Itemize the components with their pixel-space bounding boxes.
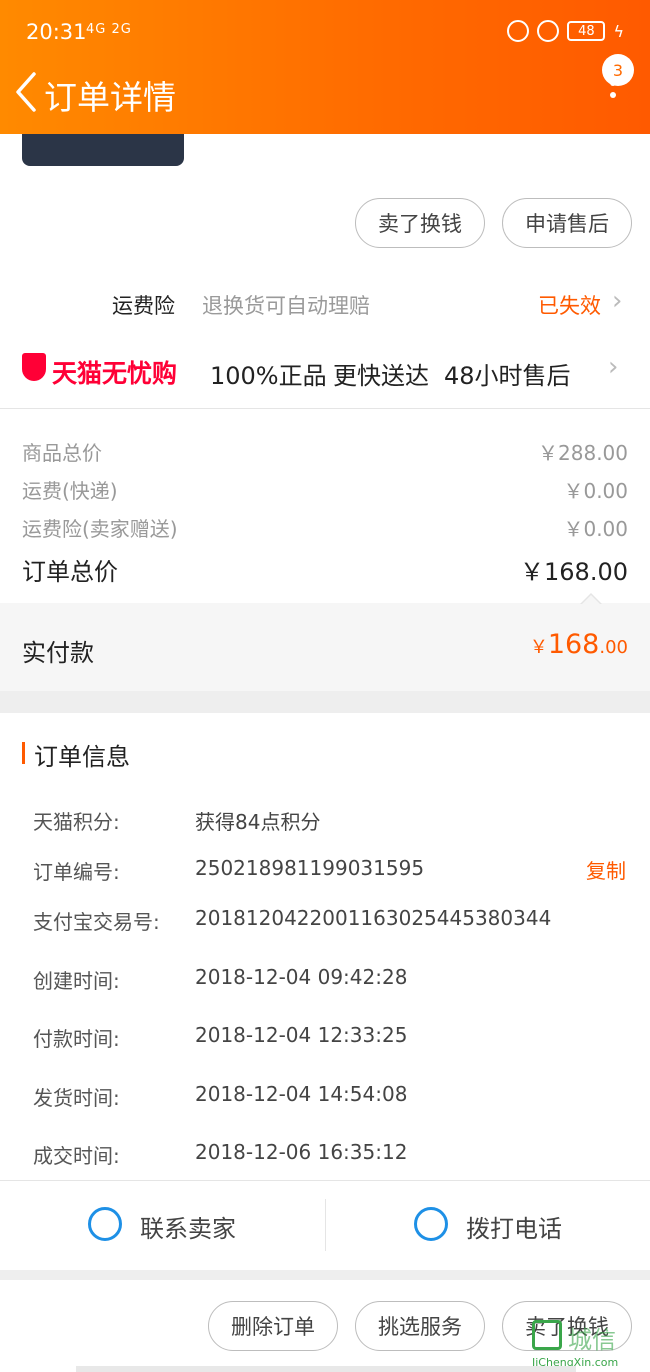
copy-order-number-button[interactable]: 复制	[586, 855, 626, 884]
tmall-feature: 更快送达	[333, 362, 429, 390]
select-service-button[interactable]: 挑选服务	[355, 1301, 485, 1351]
info-label: 发货时间:	[33, 1086, 120, 1110]
insurance-label: 运费险	[112, 294, 175, 318]
signal-indicator: 4G 2G	[86, 22, 132, 37]
info-value: 250218981199031595	[195, 856, 425, 880]
divider	[0, 408, 650, 409]
pointer-caret-inner	[581, 595, 601, 605]
info-value: 获得84点积分	[195, 810, 321, 834]
status-bar: 20:31 4G 2G 48 ϟ	[0, 0, 650, 68]
status-icons: 48 ϟ	[507, 20, 624, 42]
watermark-logo-icon	[532, 1320, 562, 1350]
info-value: 2018-12-04 12:33:25	[195, 1023, 408, 1047]
price-row: 商品总价 ￥288.00	[22, 437, 628, 466]
paid-decimal: .00	[599, 637, 628, 658]
tmall-brand: 天猫无忧购	[52, 359, 178, 388]
app-header: 20:31 4G 2G 48 ϟ 订单详情 3	[0, 0, 650, 134]
notification-badge[interactable]: 3	[602, 54, 634, 86]
paid-amount-box: 实付款 ￥168.00	[0, 603, 650, 691]
divider	[325, 1199, 326, 1251]
sell-button[interactable]: 卖了换钱	[355, 198, 485, 248]
lock-icon	[507, 20, 530, 42]
paid-value: ￥168.00	[530, 629, 628, 660]
chevron-right-icon: ›	[612, 286, 623, 316]
info-value: 2018-12-04 14:54:08	[195, 1082, 408, 1106]
info-label: 支付宝交易号:	[33, 910, 160, 934]
info-label: 成交时间:	[33, 1144, 120, 1168]
info-value: 2018-12-04 09:42:28	[195, 965, 408, 989]
section-gap	[0, 1270, 650, 1280]
tmall-feature: 48小时售后	[444, 362, 571, 390]
phone-icon	[414, 1207, 448, 1241]
paid-currency: ￥	[529, 637, 548, 658]
price-value: ￥288.00	[538, 441, 628, 465]
info-value: 2018120422001163025445380344	[195, 906, 552, 930]
apply-aftersale-button[interactable]: 申请售后	[502, 198, 632, 248]
price-label: 运费(快递)	[22, 479, 118, 503]
price-value: ￥0.00	[563, 479, 628, 503]
order-total-label: 订单总价	[22, 558, 118, 586]
insurance-status: 已失效	[538, 294, 601, 318]
price-label: 商品总价	[22, 441, 102, 465]
alarm-icon	[537, 20, 560, 42]
section-gap	[0, 691, 650, 713]
info-label: 订单编号:	[33, 860, 120, 884]
price-row: 运费(快递) ￥0.00	[22, 475, 628, 504]
contact-bar: 联系卖家 拨打电话	[0, 1180, 650, 1270]
info-value: 2018-12-06 16:35:12	[195, 1140, 408, 1164]
paid-integer: 168	[547, 629, 600, 660]
call-phone-label: 拨打电话	[466, 1215, 562, 1243]
more-dot-icon	[610, 92, 616, 98]
order-total-row: 订单总价 ￥168.00	[22, 552, 628, 587]
chevron-left-icon	[16, 72, 36, 112]
section-marker	[22, 742, 25, 764]
info-label: 付款时间:	[33, 1027, 120, 1051]
battery-icon: 48	[567, 21, 606, 41]
chat-icon	[88, 1207, 122, 1241]
order-total-value: ￥168.00	[520, 558, 628, 586]
price-value: ￥0.00	[563, 517, 628, 541]
tmall-feature: 100%正品	[210, 362, 327, 390]
info-label: 天猫积分:	[33, 810, 120, 834]
info-label: 创建时间:	[33, 969, 120, 993]
price-row: 运费险(卖家赠送) ￥0.00	[22, 513, 628, 542]
delete-order-button[interactable]: 删除订单	[208, 1301, 338, 1351]
back-button[interactable]	[10, 68, 40, 116]
order-info-title: 订单信息	[34, 743, 130, 771]
status-time: 20:31	[26, 20, 87, 44]
chevron-right-icon: ›	[608, 352, 619, 382]
tmall-shield-icon	[22, 353, 46, 381]
insurance-desc: 退换货可自动理赔	[202, 294, 370, 318]
product-thumbnail[interactable]	[22, 134, 184, 166]
contact-seller-label: 联系卖家	[140, 1215, 236, 1243]
price-label: 运费险(卖家赠送)	[22, 517, 178, 541]
charging-icon: ϟ	[613, 21, 624, 41]
page-title: 订单详情	[44, 78, 176, 117]
watermark-text: 城信	[568, 1326, 616, 1354]
watermark: 城信 JiChengXin.com	[532, 1320, 650, 1372]
bottom-strip	[76, 1366, 576, 1372]
paid-label: 实付款	[22, 639, 94, 667]
